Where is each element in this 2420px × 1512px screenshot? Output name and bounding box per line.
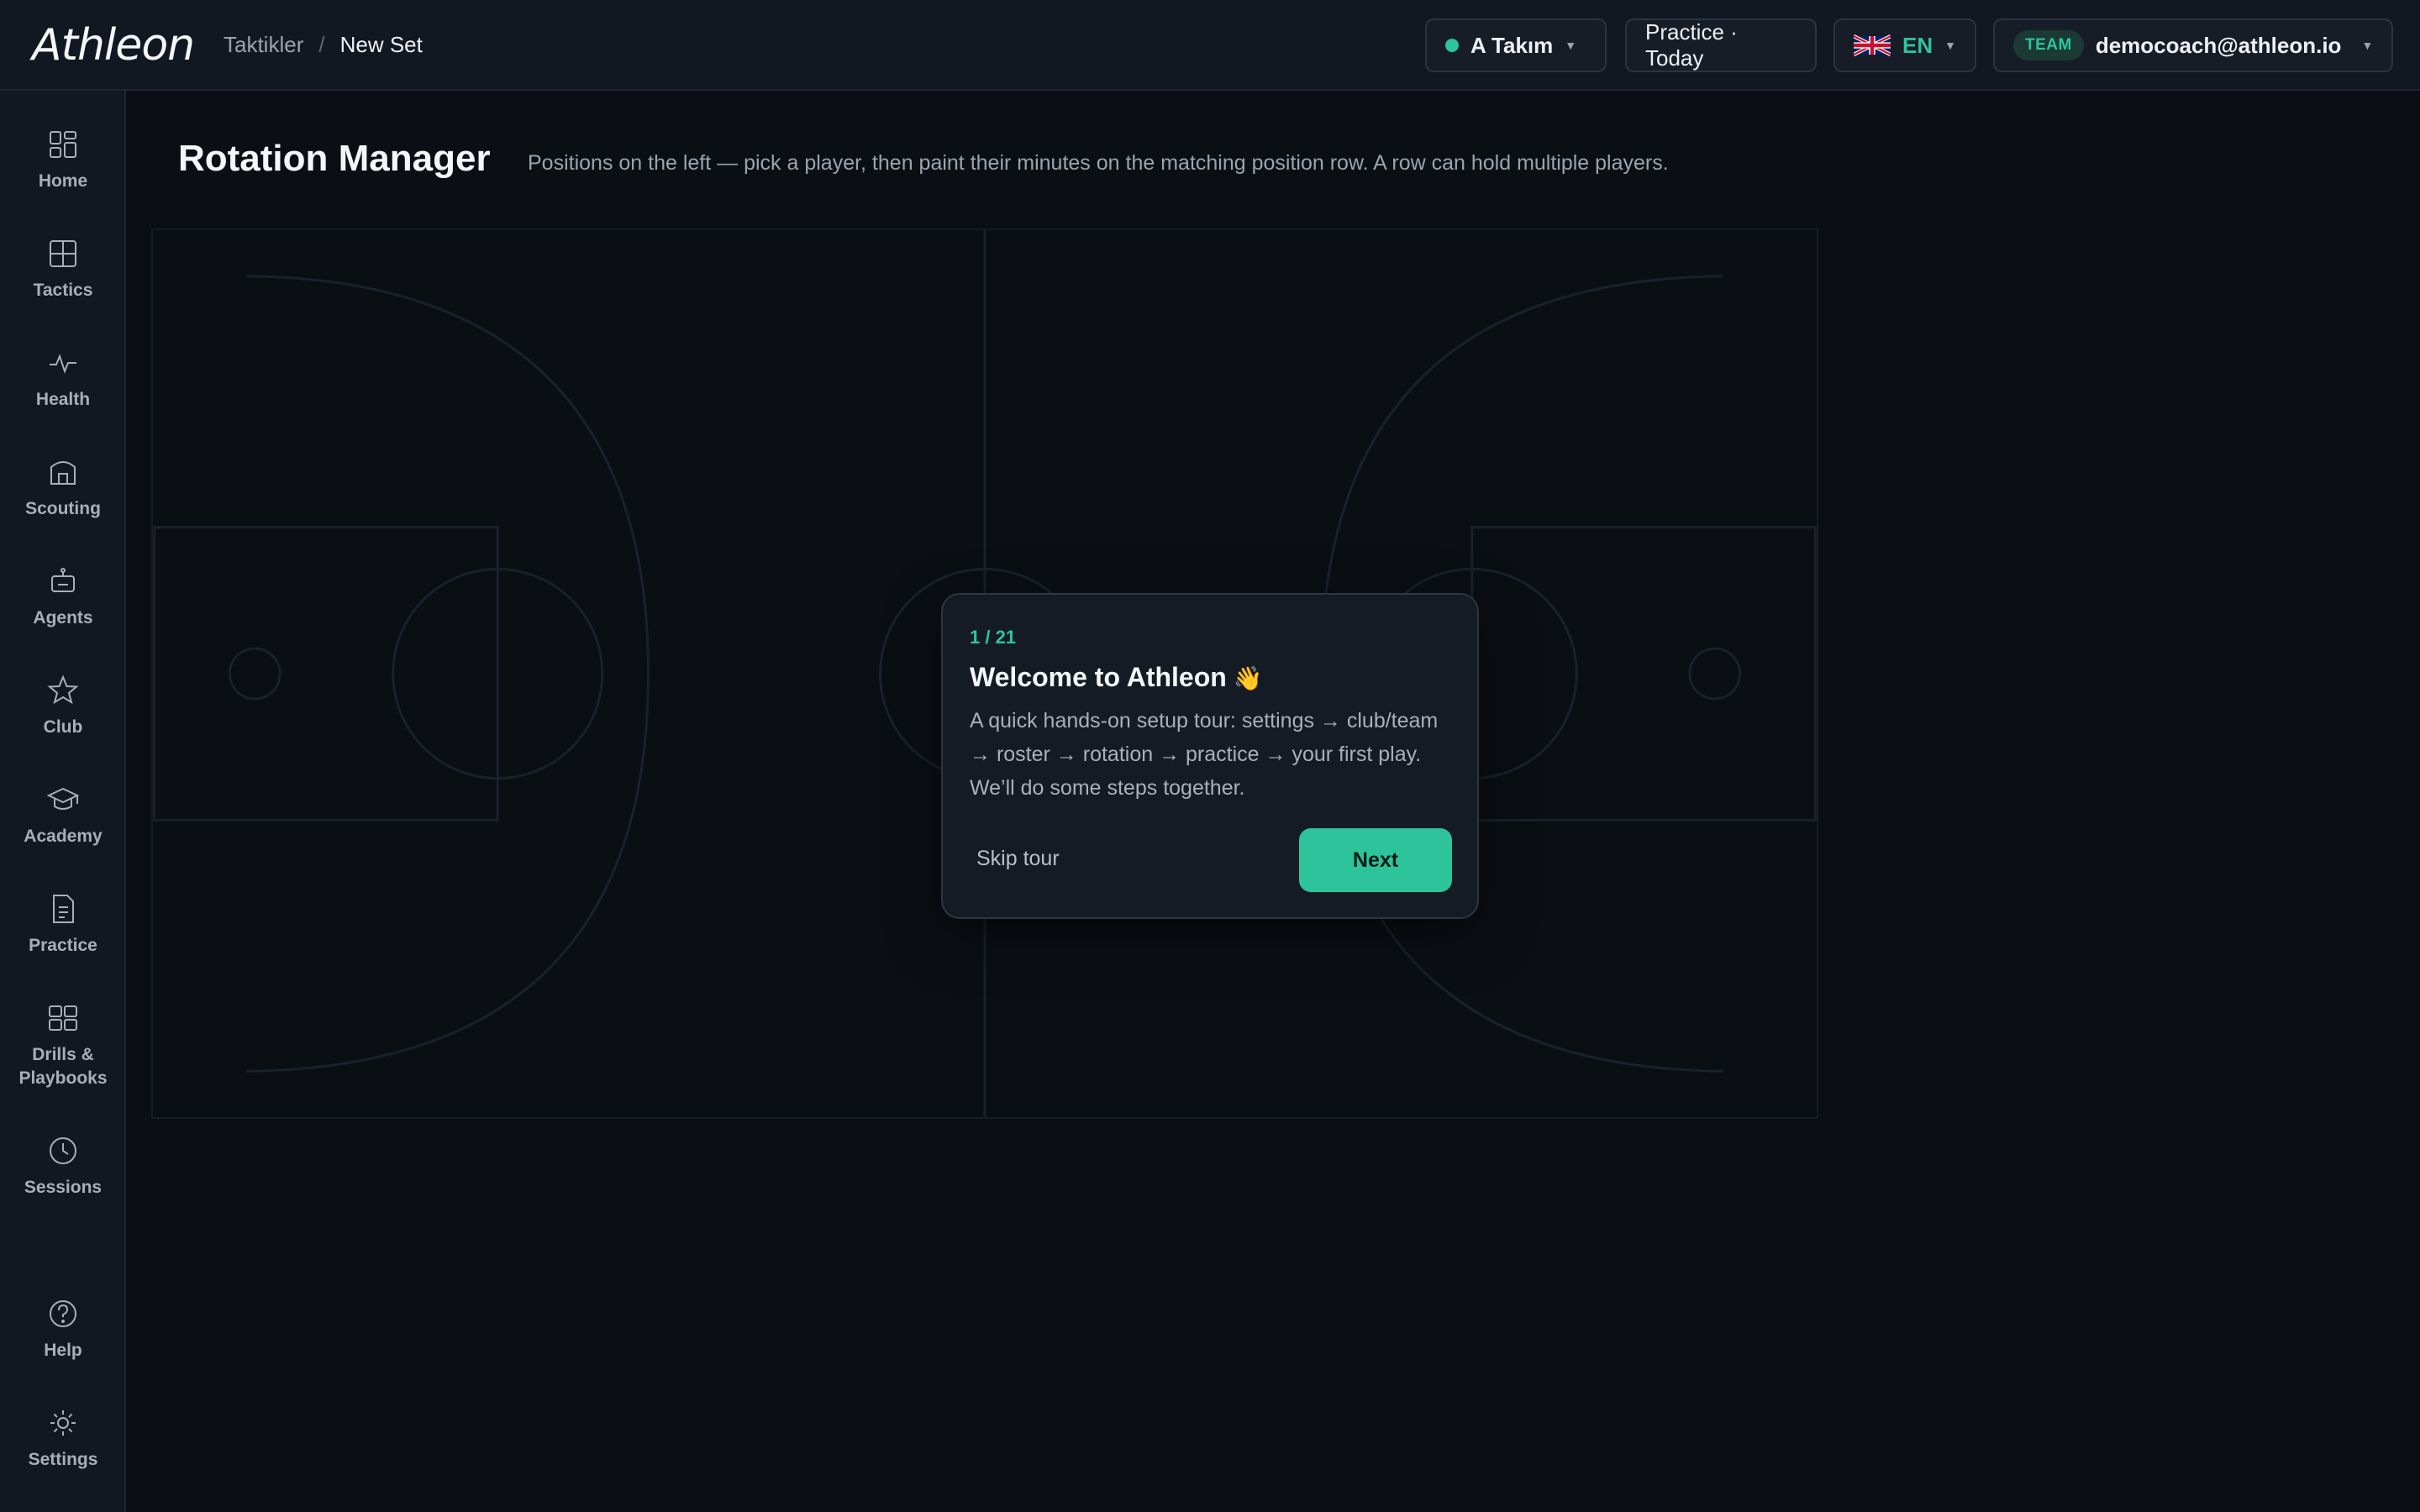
- sidebar-item-club[interactable]: Club: [0, 674, 126, 739]
- breadcrumb-parent[interactable]: Taktikler: [224, 32, 303, 58]
- waving-hand-icon: 👋: [1233, 665, 1263, 691]
- sidebar-item-label: Tactics: [33, 281, 93, 300]
- uk-flag-icon: [1854, 34, 1891, 56]
- chevron-down-icon: ▼: [1944, 39, 1956, 52]
- clock-icon: [50, 1137, 76, 1164]
- team-selector[interactable]: A Takım ▼: [1425, 18, 1607, 72]
- graduation-cap-icon: [46, 787, 80, 810]
- sidebar-item-settings[interactable]: Settings: [0, 1406, 126, 1472]
- chevron-down-icon: ▼: [2361, 39, 2374, 52]
- page-subtitle: Positions on the left — pick a player, t…: [528, 151, 1669, 175]
- breadcrumb-current: New Set: [339, 32, 423, 57]
- tour-title: Welcome to Athleon 👋: [970, 662, 1263, 693]
- sidebar-item-health[interactable]: Health: [0, 346, 126, 412]
- chevron-down-icon: ▼: [1565, 39, 1577, 52]
- tiles-icon: [49, 1005, 77, 1031]
- sidebar-item-label: Settings: [28, 1450, 98, 1469]
- sidebar-item-help[interactable]: Help: [0, 1297, 126, 1362]
- practice-label: Practice · Today: [1645, 19, 1738, 71]
- tour-dialog: 1 / 21 Welcome to Athleon 👋 A quick hands…: [941, 593, 1479, 919]
- sidebar-item-label: Drills & Playbooks: [18, 1045, 108, 1088]
- page-title: Rotation Manager: [178, 138, 491, 179]
- breadcrumb: Taktikler / New Set: [224, 32, 423, 58]
- building-icon: [50, 461, 76, 485]
- sidebar-item-label: Practice: [29, 936, 97, 955]
- tour-title-text: Welcome to Athleon: [970, 662, 1227, 692]
- sidebar-item-label: Club: [43, 717, 83, 737]
- document-icon: [53, 895, 74, 923]
- sidebar-item-label: Health: [35, 390, 91, 409]
- next-button[interactable]: Next: [1299, 828, 1452, 892]
- user-menu[interactable]: TEAM democoach@athleon.io ▼: [1993, 18, 2393, 72]
- practice-selector[interactable]: Practice · Today: [1625, 18, 1817, 72]
- app-logo[interactable]: Athleon: [32, 20, 195, 71]
- pulse-icon: [50, 354, 76, 374]
- sidebar-item-sessions[interactable]: Sessions: [0, 1134, 126, 1200]
- grid-icon: [50, 131, 76, 158]
- help-icon: [50, 1300, 76, 1327]
- sidebar-item-drills-playbooks[interactable]: Drills & Playbooks: [0, 1001, 126, 1090]
- sidebar-item-label: Help: [44, 1341, 82, 1360]
- star-icon: [47, 675, 79, 705]
- breadcrumb-separator: /: [318, 32, 325, 57]
- sidebar-item-scouting[interactable]: Scouting: [0, 455, 126, 521]
- sidebar: Home Tactics Health Scouting Agents Club: [0, 91, 126, 1512]
- sidebar-item-agents[interactable]: Agents: [0, 564, 126, 630]
- tour-body: A quick hands-on setup tour: settings → …: [970, 709, 1439, 800]
- skip-tour-button[interactable]: Skip tour: [976, 847, 1060, 871]
- user-email: democoach@athleon.io: [2095, 32, 2342, 58]
- user-role-badge: TEAM: [2013, 30, 2084, 60]
- language-label: EN: [1902, 32, 1933, 58]
- sidebar-item-label: Home: [38, 171, 88, 191]
- robot-icon: [51, 568, 75, 592]
- board-icon: [50, 240, 76, 267]
- sidebar-item-label: Sessions: [24, 1178, 103, 1197]
- language-selector[interactable]: EN ▼: [1833, 18, 1976, 72]
- sidebar-item-label: Agents: [33, 608, 93, 627]
- sidebar-item-home[interactable]: Home: [0, 128, 126, 193]
- sidebar-item-academy[interactable]: Academy: [0, 783, 126, 848]
- top-bar: Athleon Taktikler / New Set A Takım ▼ Pr…: [0, 0, 2420, 91]
- team-label: A Takım: [1470, 32, 1554, 58]
- tour-step-counter: 1 / 21: [970, 627, 1017, 648]
- sidebar-item-practice[interactable]: Practice: [0, 892, 126, 958]
- team-status-dot: [1445, 39, 1459, 52]
- sidebar-item-label: Academy: [24, 827, 103, 846]
- sidebar-item-tactics[interactable]: Tactics: [0, 237, 126, 302]
- gear-icon: [50, 1410, 76, 1436]
- sidebar-item-label: Scouting: [25, 499, 101, 518]
